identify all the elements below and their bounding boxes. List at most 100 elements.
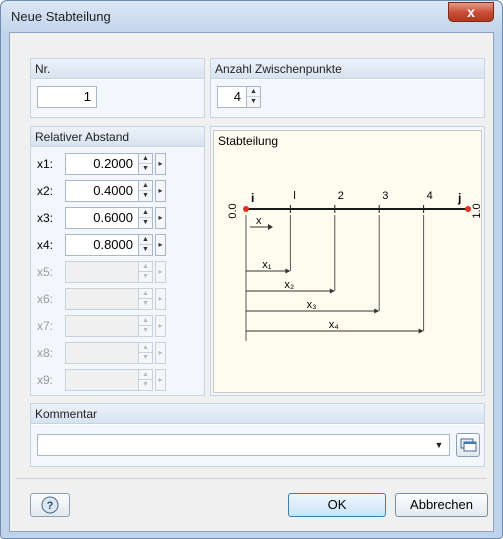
end-value-label: 1.0 — [471, 203, 483, 218]
spin-up-icon[interactable]: ▲ — [247, 87, 260, 97]
nr-group: Nr. 1 — [30, 58, 205, 118]
cancel-button[interactable]: Abbrechen — [395, 493, 488, 517]
spin-up-icon[interactable]: ▲ — [139, 235, 152, 245]
distance-input[interactable]: 0.4000 — [65, 180, 139, 202]
distance-spinner: ▲ ▼ — [139, 315, 153, 337]
distance-row: x5: ▲ ▼ ▸ — [31, 261, 204, 283]
distance-row: x3: 0.6000 ▲ ▼ ▸ — [31, 207, 204, 229]
division-point-label: 4 — [427, 190, 433, 202]
footer-separator — [16, 478, 487, 479]
distance-input[interactable]: 0.8000 — [65, 234, 139, 256]
pick-arrow-icon[interactable]: ▸ — [155, 153, 166, 175]
spin-down-icon: ▼ — [142, 327, 149, 334]
distance-label: x7: — [37, 319, 54, 333]
dimension-arrow-icon — [374, 308, 380, 314]
distance-spinner[interactable]: ▲ ▼ — [139, 207, 153, 229]
pick-arrow-icon: ▸ — [155, 315, 166, 337]
relativ-group-body: x1: 0.2000 ▲ ▼ ▸ x2: 0.4000 ▲ ▼ ▸ x3: 0.6000 ▲ ▼ ▸ x4: 0… — [31, 148, 204, 395]
dialog-window: Neue Stabteilung x Nr. 1 Anzahl Zwischen… — [0, 0, 503, 539]
dimension-label: x₁ — [262, 259, 272, 271]
spin-down-icon[interactable]: ▼ — [139, 191, 152, 201]
spin-down-icon[interactable]: ▼ — [247, 97, 260, 107]
title-bar: Neue Stabteilung x — [1, 1, 502, 31]
pick-arrow-icon: ▸ — [155, 261, 166, 283]
kommentar-group-header: Kommentar — [31, 404, 484, 424]
distance-label: x9: — [37, 373, 54, 387]
dimension-arrow-icon — [329, 288, 335, 294]
distance-label: x8: — [37, 346, 54, 360]
help-button[interactable]: ? — [30, 493, 70, 517]
distance-input — [65, 342, 139, 364]
division-point-label: l — [293, 190, 295, 202]
dimension-lines: x₁ x₂ x₃ x₄ — [246, 215, 425, 334]
relativ-group-header: Relativer Abstand — [31, 127, 204, 147]
ok-button[interactable]: OK — [288, 493, 386, 517]
distance-row: x8: ▲ ▼ ▸ — [31, 342, 204, 364]
dropdown-arrow-icon[interactable]: ▼ — [432, 438, 446, 452]
spin-up-icon: ▲ — [139, 343, 152, 353]
spin-down-icon: ▼ — [142, 354, 149, 361]
spin-down-icon: ▼ — [142, 300, 149, 307]
spin-up-icon[interactable]: ▲ — [139, 208, 152, 218]
distance-spinner[interactable]: ▲ ▼ — [139, 234, 153, 256]
distance-row: x4: 0.8000 ▲ ▼ ▸ — [31, 234, 204, 256]
anzahl-group: Anzahl Zwischenpunkte 4 ▲ ▼ — [210, 58, 485, 118]
kommentar-group: Kommentar ▼ — [30, 403, 485, 467]
spin-down-icon[interactable]: ▼ — [139, 164, 152, 174]
distance-spinner[interactable]: ▲ ▼ — [139, 153, 153, 175]
kommentar-combobox[interactable]: ▼ — [37, 434, 450, 456]
spin-up-icon: ▲ — [139, 316, 152, 326]
dimension-label: x₄ — [329, 319, 340, 331]
pick-arrow-icon[interactable]: ▸ — [155, 234, 166, 256]
distance-spinner: ▲ ▼ — [139, 369, 153, 391]
distance-spinner[interactable]: ▲ ▼ — [139, 180, 153, 202]
distance-label: x2: — [37, 184, 54, 198]
close-icon: x — [467, 4, 475, 20]
anzahl-spinner[interactable]: ▲ ▼ — [247, 86, 261, 108]
distance-input[interactable]: 0.6000 — [65, 207, 139, 229]
dimension-label: x₃ — [307, 299, 317, 311]
end-node-label: j — [457, 191, 461, 205]
close-button[interactable]: x — [448, 2, 494, 22]
pick-arrow-icon[interactable]: ▸ — [155, 180, 166, 202]
distance-label: x1: — [37, 157, 54, 171]
axis-arrow-head-icon — [268, 224, 273, 230]
window-title: Neue Stabteilung — [11, 9, 111, 24]
diagram-canvas: Stabteilung i j 0.0 1.0 l234 x x₁ x₂ x₃ … — [213, 130, 483, 393]
start-value-label: 0.0 — [227, 203, 239, 218]
distance-label: x4: — [37, 238, 54, 252]
spin-up-icon[interactable]: ▲ — [139, 154, 152, 164]
anzahl-group-body: 4 ▲ ▼ — [211, 80, 484, 117]
svg-text:?: ? — [47, 500, 54, 512]
pick-arrow-icon[interactable]: ▸ — [155, 207, 166, 229]
distance-spinner: ▲ ▼ — [139, 288, 153, 310]
dimension-label: x₂ — [284, 279, 294, 291]
relativ-group: Relativer Abstand x1: 0.2000 ▲ ▼ ▸ x2: 0.4000 ▲… — [30, 126, 205, 396]
comment-library-button[interactable] — [456, 433, 480, 457]
nr-input[interactable]: 1 — [37, 86, 97, 108]
distance-row: x9: ▲ ▼ ▸ — [31, 369, 204, 391]
distance-row: x1: 0.2000 ▲ ▼ ▸ — [31, 153, 204, 175]
distance-label: x6: — [37, 292, 54, 306]
dimension-arrow-icon — [285, 268, 291, 274]
distance-label: x5: — [37, 265, 54, 279]
nr-group-header: Nr. — [31, 59, 204, 79]
spin-down-icon[interactable]: ▼ — [139, 218, 152, 228]
nr-group-body: 1 — [31, 80, 204, 117]
diagram-group: Stabteilung i j 0.0 1.0 l234 x x₁ x₂ x₃ … — [210, 126, 485, 396]
distance-row: x6: ▲ ▼ ▸ — [31, 288, 204, 310]
distance-input — [65, 288, 139, 310]
kommentar-group-body: ▼ — [31, 425, 484, 466]
spin-up-icon: ▲ — [139, 370, 152, 380]
distance-input — [65, 315, 139, 337]
pick-arrow-icon: ▸ — [155, 288, 166, 310]
spin-up-icon[interactable]: ▲ — [139, 181, 152, 191]
axis-label: x — [256, 215, 262, 227]
distance-row: x2: 0.4000 ▲ ▼ ▸ — [31, 180, 204, 202]
spin-down-icon: ▼ — [142, 381, 149, 388]
distance-input[interactable]: 0.2000 — [65, 153, 139, 175]
anzahl-input[interactable]: 4 — [217, 86, 247, 108]
start-node-label: i — [251, 191, 254, 205]
distance-row: x7: ▲ ▼ ▸ — [31, 315, 204, 337]
spin-down-icon[interactable]: ▼ — [139, 245, 152, 255]
